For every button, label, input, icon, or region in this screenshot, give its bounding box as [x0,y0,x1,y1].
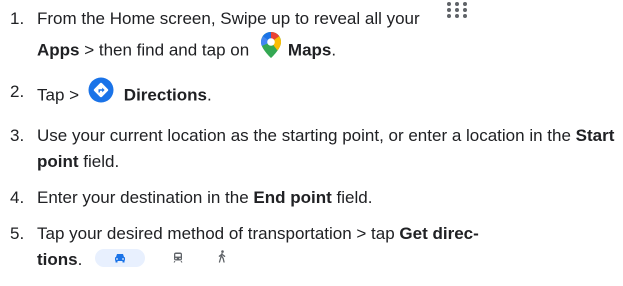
step-1: 1. From the Home screen, Swipe up to rev… [10,1,615,69]
step-text: Tap your desired method of transportatio… [37,223,400,243]
directions-icon [88,77,114,111]
step-text: Enter your destination in the [37,187,254,207]
car-icon [114,245,126,271]
step-text: From the Home screen, Swipe up to reveal… [37,9,420,28]
transit-mode-button[interactable] [167,249,189,267]
step-number: 4. [10,187,25,207]
step-3: 3. Use your current location as the star… [10,123,615,175]
end-point-label: End point [253,187,332,207]
step-text: Tap > [37,85,80,104]
step-text: field. [331,187,373,207]
walk-icon [217,245,227,271]
walk-mode-button[interactable] [211,249,233,267]
step-number: 3. [10,125,25,145]
step-text: . [77,249,83,269]
step-text: > then find and tap on [79,40,250,59]
get-directions-label: Get direc- [399,223,479,243]
maps-label: Maps [287,40,332,59]
step-number: 2. [10,81,25,101]
get-directions-label-cont: tions [37,249,78,269]
apps-label: Apps [37,40,80,59]
transit-icon [173,245,183,271]
step-5: 5. Tap your desired method of transporta… [10,221,615,273]
car-mode-button[interactable] [95,249,146,268]
step-text: field. [78,151,120,171]
step-number: 5. [10,223,25,243]
step-2: 2. Tap > Directions. [10,77,615,113]
step-number: 1. [10,9,25,28]
step-text: . [331,40,337,59]
step-text: . [206,85,212,104]
instruction-list: 1. From the Home screen, Swipe up to rev… [10,1,615,283]
step-4: 4. Enter your destination in the End poi… [10,185,615,211]
apps-grid-icon [446,1,468,27]
google-maps-icon [260,31,282,67]
step-text: Use your current location as the startin… [37,125,576,145]
directions-label: Directions [123,85,207,104]
transport-mode-row [95,249,233,268]
